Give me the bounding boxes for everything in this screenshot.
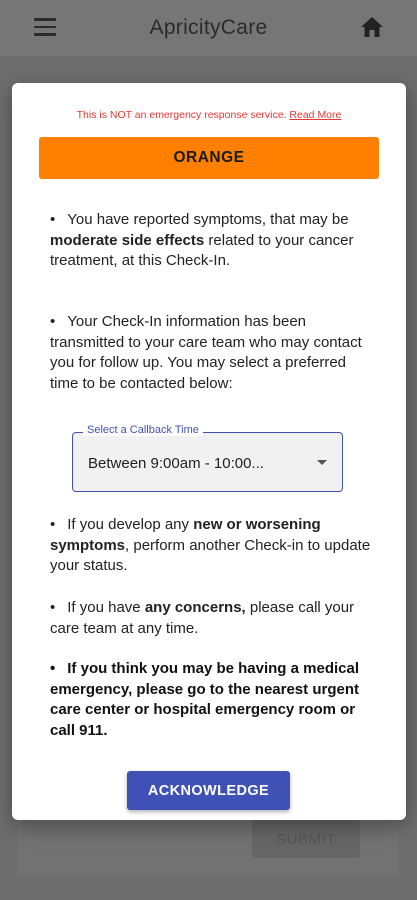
paragraph4-text: If you have: [67, 599, 145, 616]
severity-level-banner: ORANGE: [39, 137, 379, 179]
care-team-paragraph: • Your Check-In information has been tran…: [50, 312, 372, 394]
paragraph1-text: You have reported symptoms, that may be: [67, 211, 349, 228]
bullet: •: [50, 313, 56, 330]
paragraph1-bold: moderate side effects: [50, 231, 205, 249]
medical-emergency-paragraph: • If you think you may be having a medica…: [50, 659, 372, 741]
callback-time-label: Select a Callback Time: [83, 424, 203, 436]
concerns-paragraph: • If you have any concerns, please call y…: [50, 598, 372, 639]
chevron-down-icon: [317, 460, 327, 465]
home-icon[interactable]: [359, 15, 385, 39]
acknowledge-button[interactable]: ACKNOWLEDGE: [127, 771, 290, 810]
moderate-side-effects-paragraph: • You have reported symptoms, that may be…: [50, 210, 372, 272]
paragraph2-text: Your Check-In information has been trans…: [50, 313, 362, 392]
disclaimer-text: This is NOT an emergency response servic…: [76, 109, 287, 121]
callback-time-select[interactable]: Select a Callback Time Between 9:00am - …: [72, 424, 343, 492]
new-symptoms-paragraph: • If you develop any new or worsening sym…: [50, 515, 372, 577]
menu-icon[interactable]: [34, 18, 56, 36]
paragraph5-text: If you think you may be having a medical…: [50, 660, 360, 739]
app-title: ApricityCare: [149, 16, 268, 39]
bullet: •: [50, 211, 56, 228]
paragraph4-bold: any concerns,: [144, 599, 246, 616]
checkin-result-dialog: This is NOT an emergency response servic…: [12, 83, 406, 820]
app-bar: ApricityCare: [0, 0, 417, 56]
bullet: •: [50, 599, 56, 616]
callback-time-value: Between 9:00am - 10:00...: [88, 455, 264, 472]
emergency-disclaimer: This is NOT an emergency response servic…: [12, 109, 406, 121]
bullet: •: [50, 660, 56, 677]
paragraph3-text: If you develop any: [67, 516, 194, 533]
read-more-link[interactable]: Read More: [289, 109, 341, 121]
submit-button: SUBMIT: [252, 820, 360, 858]
bullet: •: [50, 516, 56, 533]
